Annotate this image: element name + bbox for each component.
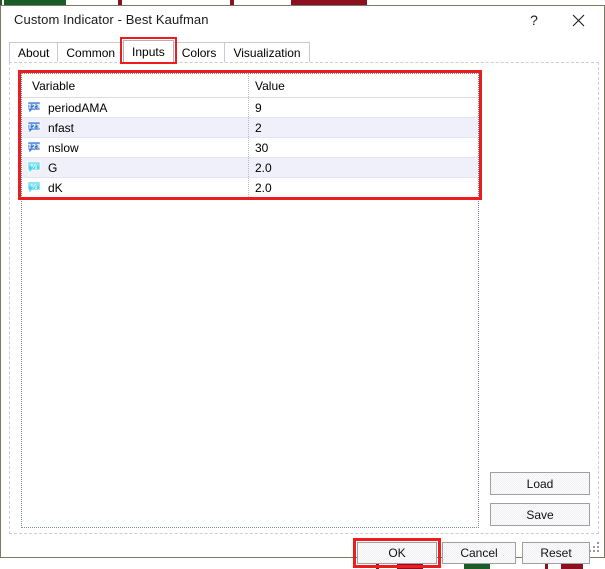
table-row[interactable]: ½ dK 2.0: [22, 178, 478, 198]
column-header-value[interactable]: Value: [248, 74, 478, 97]
window-title: Custom Indicator - Best Kaufman: [14, 12, 209, 27]
help-icon[interactable]: ?: [512, 6, 556, 34]
variable-name: nfast: [48, 121, 74, 135]
double-type-icon: ½: [27, 181, 42, 195]
grip-dot: [593, 550, 595, 552]
table-row[interactable]: ½G2.0: [22, 158, 478, 178]
table-row[interactable]: 123 periodAMA 9: [22, 98, 478, 118]
resize-grip[interactable]: [589, 542, 601, 554]
svg-text:123: 123: [28, 143, 41, 150]
variable-name: dK: [48, 181, 63, 195]
grip-dot: [597, 542, 599, 544]
cell-variable[interactable]: 123 nslow: [22, 138, 248, 157]
parameter-rows: 123periodAMA9123nfast2123nslow30½G2.0½dK…: [22, 98, 478, 198]
tab-visualization[interactable]: Visualization: [224, 42, 309, 62]
cell-variable[interactable]: ½ dK: [22, 178, 248, 197]
double-type-icon: ½: [27, 161, 42, 175]
cell-variable[interactable]: 123 periodAMA: [22, 98, 248, 117]
table-row[interactable]: 123 nfast 2: [22, 118, 478, 138]
tab-label: Inputs: [132, 45, 165, 59]
variable-name: periodAMA: [48, 101, 107, 115]
grip-dot: [597, 546, 599, 548]
ok-button[interactable]: OK: [357, 542, 437, 564]
tab-inputs[interactable]: Inputs: [123, 40, 174, 62]
svg-text:½: ½: [31, 182, 38, 190]
close-icon[interactable]: [556, 6, 600, 34]
cell-value[interactable]: 2: [248, 118, 478, 137]
tab-colors[interactable]: Colors: [173, 42, 226, 62]
cell-variable[interactable]: 123 nfast: [22, 118, 248, 137]
tab-label: Common: [66, 46, 115, 60]
variable-name: G: [48, 161, 57, 175]
svg-text:½: ½: [31, 162, 38, 170]
column-header-variable[interactable]: Variable: [22, 74, 248, 97]
cell-value[interactable]: 30: [248, 138, 478, 157]
tab-strip: About Common Inputs Colors Visualization: [9, 40, 309, 62]
load-button[interactable]: Load: [490, 472, 590, 495]
cell-value[interactable]: 2.0: [248, 178, 478, 197]
svg-text:123: 123: [28, 123, 41, 130]
inputs-parameter-list[interactable]: Variable Value 123periodAMA9123nfast2123…: [21, 73, 479, 528]
cancel-button[interactable]: Cancel: [442, 542, 516, 564]
help-glyph: ?: [530, 12, 538, 28]
tab-label: About: [18, 46, 49, 60]
grip-dot: [589, 550, 591, 552]
reset-button[interactable]: Reset: [522, 542, 590, 564]
integer-type-icon: 123: [27, 101, 42, 115]
integer-type-icon: 123: [27, 121, 42, 135]
save-button[interactable]: Save: [490, 503, 590, 526]
tab-about[interactable]: About: [9, 42, 58, 62]
tab-label: Colors: [182, 46, 217, 60]
cell-value[interactable]: 9: [248, 98, 478, 117]
title-bar: Custom Indicator - Best Kaufman ?: [1, 6, 604, 36]
tab-label: Visualization: [233, 46, 300, 60]
parameter-list-header: Variable Value: [22, 74, 478, 98]
table-row[interactable]: 123 nslow 30: [22, 138, 478, 158]
tab-common[interactable]: Common: [57, 42, 124, 62]
integer-type-icon: 123: [27, 141, 42, 155]
cell-value[interactable]: 2.0: [248, 158, 478, 177]
cell-variable[interactable]: ½G: [22, 158, 248, 177]
variable-name: nslow: [48, 141, 79, 155]
svg-text:123: 123: [28, 103, 41, 110]
custom-indicator-dialog: Custom Indicator - Best Kaufman ? About C…: [0, 5, 605, 558]
grip-dot: [593, 546, 595, 548]
grip-dot: [597, 550, 599, 552]
